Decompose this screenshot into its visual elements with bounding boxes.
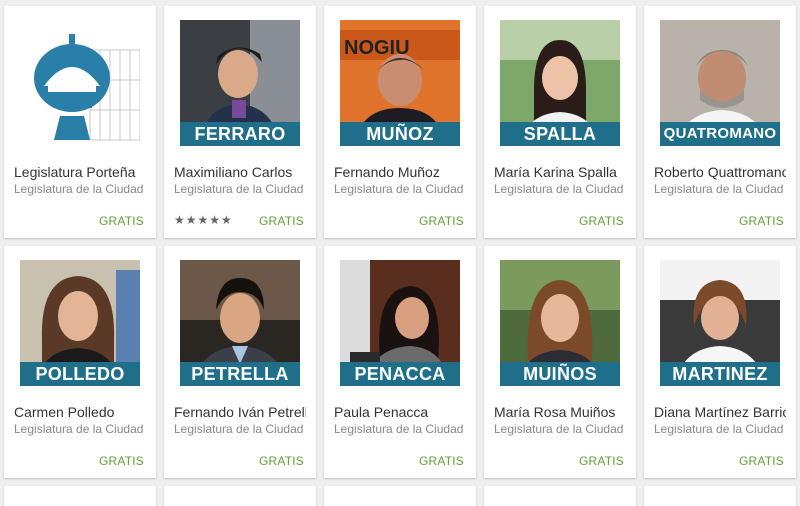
app-icon[interactable]: MUIÑOS <box>500 260 620 386</box>
name-banner: QUATROMANO <box>660 122 780 146</box>
app-icon[interactable] <box>20 20 140 146</box>
app-card[interactable]: POLLEDO Carmen Polledo Legislatura de la… <box>4 246 156 478</box>
name-banner: POLLEDO <box>20 362 140 386</box>
price-label[interactable]: GRATIS <box>419 454 464 468</box>
price-label[interactable]: GRATIS <box>419 214 464 228</box>
app-title[interactable]: Diana Martínez Barrios <box>654 404 786 420</box>
app-title[interactable]: María Karina Spalla <box>494 164 626 180</box>
app-grid: Legislatura Porteña Legislatura de la Ci… <box>0 0 800 506</box>
price-label[interactable]: GRATIS <box>259 454 304 468</box>
app-card[interactable]: PENACCA Paula Penacca Legislatura de la … <box>324 246 476 478</box>
app-developer[interactable]: Legislatura de la Ciudad <box>494 182 626 196</box>
app-title[interactable]: Carmen Polledo <box>14 404 146 420</box>
app-card[interactable]: QUATROMANO Roberto Quattromano Legislatu… <box>644 6 796 238</box>
legislature-dome-logo-icon <box>20 20 140 146</box>
app-title[interactable]: Paula Penacca <box>334 404 466 420</box>
name-banner: PENACCA <box>340 362 460 386</box>
name-banner: FERRARO <box>180 122 300 146</box>
app-card-partial[interactable] <box>324 486 476 506</box>
app-developer[interactable]: Legislatura de la Ciudad <box>174 422 306 436</box>
price-label[interactable]: GRATIS <box>579 454 624 468</box>
price-label[interactable]: GRATIS <box>99 214 144 228</box>
name-banner: SPALLA <box>500 122 620 146</box>
app-icon[interactable]: NOGIU MUÑOZ <box>340 20 460 146</box>
app-icon[interactable]: FERRARO <box>180 20 300 146</box>
app-icon[interactable]: PENACCA <box>340 260 460 386</box>
app-card-partial[interactable] <box>644 486 796 506</box>
app-developer[interactable]: Legislatura de la Ciudad <box>334 422 466 436</box>
app-title[interactable]: Roberto Quattromano <box>654 164 786 180</box>
app-card-partial[interactable] <box>164 486 316 506</box>
app-card[interactable]: NOGIU MUÑOZ Fernando Muñoz Legislatura d… <box>324 6 476 238</box>
price-label[interactable]: GRATIS <box>739 454 784 468</box>
app-card[interactable]: Legislatura Porteña Legislatura de la Ci… <box>4 6 156 238</box>
app-developer[interactable]: Legislatura de la Ciudad <box>334 182 466 196</box>
app-card[interactable]: FERRARO Maximiliano Carlos Legislatura d… <box>164 6 316 238</box>
app-developer[interactable]: Legislatura de la Ciudad <box>14 182 146 196</box>
app-developer[interactable]: Legislatura de la Ciudad <box>14 422 146 436</box>
app-card[interactable]: MUIÑOS María Rosa Muiños Legislatura de … <box>484 246 636 478</box>
name-banner: MUIÑOS <box>500 362 620 386</box>
app-icon[interactable]: MARTINEZ <box>660 260 780 386</box>
app-card-partial[interactable] <box>4 486 156 506</box>
app-developer[interactable]: Legislatura de la Ciudad <box>494 422 626 436</box>
rating-stars-icon: ★★★★★ <box>174 213 233 227</box>
app-card[interactable]: MARTINEZ Diana Martínez Barrios Legislat… <box>644 246 796 478</box>
app-title[interactable]: Maximiliano Carlos <box>174 164 306 180</box>
price-label[interactable]: GRATIS <box>259 214 304 228</box>
app-title[interactable]: María Rosa Muiños <box>494 404 626 420</box>
app-icon[interactable]: QUATROMANO <box>660 20 780 146</box>
app-developer[interactable]: Legislatura de la Ciudad <box>654 182 786 196</box>
app-card-partial[interactable] <box>484 486 636 506</box>
name-banner: PETRELLA <box>180 362 300 386</box>
app-card[interactable]: SPALLA María Karina Spalla Legislatura d… <box>484 6 636 238</box>
price-label[interactable]: GRATIS <box>739 214 784 228</box>
app-title[interactable]: Fernando Iván Petrella <box>174 404 306 420</box>
name-banner: MARTINEZ <box>660 362 780 386</box>
app-card[interactable]: PETRELLA Fernando Iván Petrella Legislat… <box>164 246 316 478</box>
price-label[interactable]: GRATIS <box>99 454 144 468</box>
app-icon[interactable]: POLLEDO <box>20 260 140 386</box>
price-label[interactable]: GRATIS <box>579 214 624 228</box>
app-icon[interactable]: SPALLA <box>500 20 620 146</box>
app-developer[interactable]: Legislatura de la Ciudad <box>654 422 786 436</box>
app-icon[interactable]: PETRELLA <box>180 260 300 386</box>
name-banner: MUÑOZ <box>340 122 460 146</box>
app-title[interactable]: Fernando Muñoz <box>334 164 466 180</box>
app-title[interactable]: Legislatura Porteña <box>14 164 146 180</box>
app-developer[interactable]: Legislatura de la Ciudad <box>174 182 306 196</box>
